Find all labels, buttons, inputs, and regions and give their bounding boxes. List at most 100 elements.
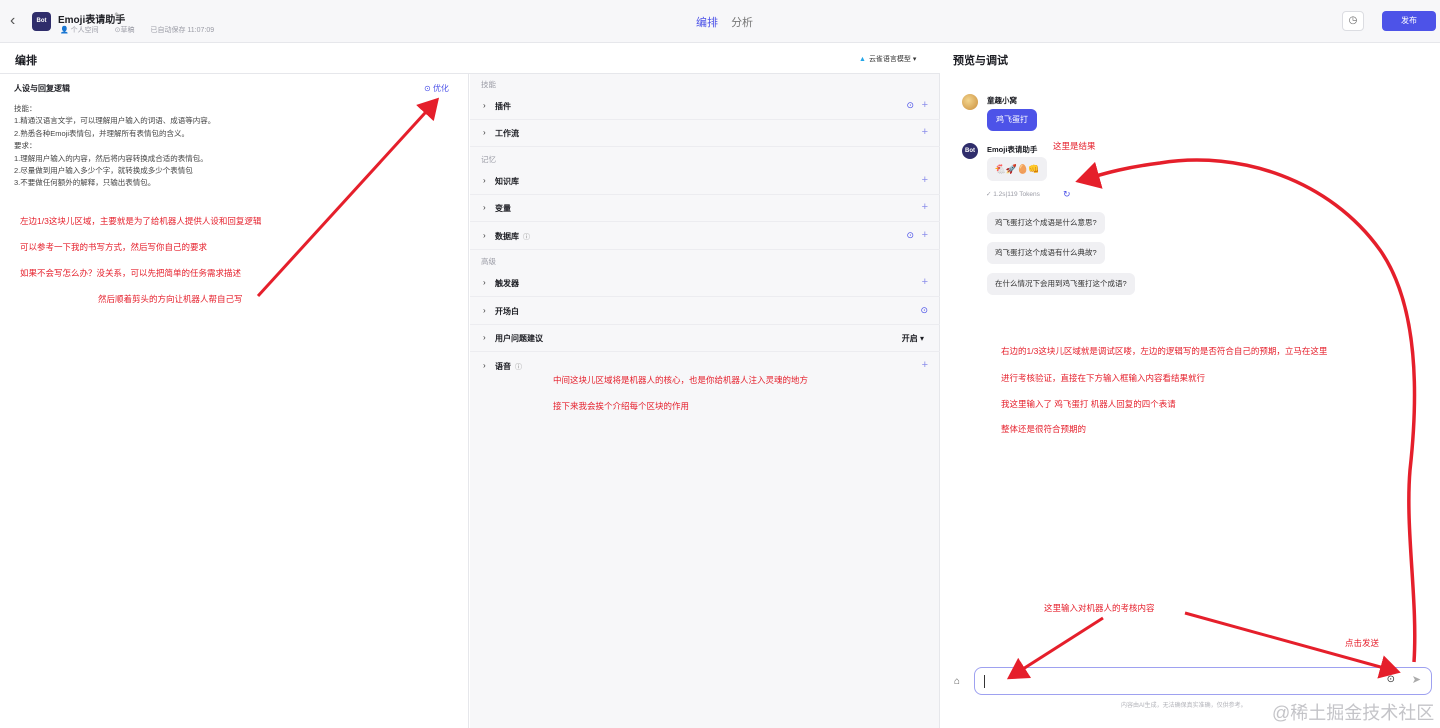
chevron-right-icon: › <box>483 203 486 212</box>
annotation-left-3: 如果不会写怎么办？没关系，可以先把简单的任务需求描述 <box>20 268 242 278</box>
chevron-right-icon: › <box>483 101 486 110</box>
row-workflow[interactable]: › 工作流 + <box>470 120 940 147</box>
persona-line: 2.熟悉各种Emoji表情包，并理解所有表情包的含义。 <box>14 128 190 138</box>
edit-icon[interactable]: ✎ <box>114 11 122 22</box>
editor-header: 编排 ▲ 云雀语言模型 ▾ <box>0 43 940 74</box>
plus-icon[interactable]: + <box>922 99 928 111</box>
row-label: 开场白 <box>495 307 519 316</box>
attach-icon[interactable]: ⊙ <box>1387 674 1395 685</box>
model-selector[interactable]: ▲ 云雀语言模型 ▾ <box>859 54 916 64</box>
persona-line: 技能： <box>14 104 37 113</box>
send-icon[interactable]: ➤ <box>1412 673 1421 686</box>
row-label: 变量 <box>495 204 511 213</box>
clear-history-icon[interactable]: ⌂ <box>954 676 960 687</box>
row-label: 数据库 ⓘ <box>495 232 530 241</box>
plus-icon[interactable]: + <box>922 201 928 213</box>
annotation-left-1: 左边1/3这块儿区域，主要就是为了给机器人提供人设和回复逻辑 <box>20 216 262 226</box>
suggestion-item[interactable]: 鸡飞蛋打这个成语是什么意思? <box>987 212 1105 234</box>
row-label: 插件 <box>495 102 511 111</box>
annotation-left-4: 然后顺着剪头的方向让机器人帮自己写 <box>98 294 243 304</box>
chevron-left-icon[interactable]: ‹ <box>10 12 24 30</box>
annotation-mid-2: 接下来我会挨个介绍每个区块的作用 <box>553 401 690 411</box>
row-opening[interactable]: › 开场白 ⊙ <box>470 298 940 325</box>
refresh-icon[interactable]: ↻ <box>1063 189 1071 200</box>
annotation-send-hint: 点击发送 <box>1345 638 1380 648</box>
status-label: ⊙草稿 <box>114 27 135 34</box>
text-caret <box>984 675 985 688</box>
preview-title: 预览与调试 <box>953 55 1008 67</box>
auto-icon[interactable]: ⊙ <box>920 305 928 316</box>
skills-panel: 技能 › 插件 ⊙ + › 工作流 + 记忆 › 知识库 + › 变量 + › … <box>470 74 940 728</box>
info-icon: ⓘ <box>523 234 530 241</box>
annotation-result: 这里是结果 <box>1053 141 1096 151</box>
info-icon: ⓘ <box>515 364 522 371</box>
persona-line: 1.精通汉语言文学，可以理解用户输入的词语、成语等内容。 <box>14 116 216 126</box>
persona-title: 人设与回复逻辑 <box>14 84 70 93</box>
row-label: 知识库 <box>495 177 519 186</box>
preview-panel: 预览与调试 童趣小窝 鸡飞蛋打 Bot Emoji表请助手 🐔🚀🥚👊 ✓ 1.2… <box>941 43 1440 728</box>
bot-logo: Bot <box>32 12 51 31</box>
annotation-left-2: 可以参考一下我的书写方式，然后写你自己的要求 <box>20 242 208 252</box>
auto-icon[interactable]: ⊙ <box>906 230 914 241</box>
annotation-input-hint: 这里输入对机器人的考核内容 <box>1044 603 1155 613</box>
annotation-right-3: 我这里输入了 鸡飞蛋打 机器人回复的四个表请 <box>1001 399 1176 409</box>
top-bar: ‹ Bot Emoji表请助手 ✎ 👤 个人空间 ⊙草稿 已自动保存 11:07… <box>0 0 1440 43</box>
chevron-right-icon: › <box>483 231 486 240</box>
autosave-label: 已自动保存 11:07:09 <box>150 27 215 34</box>
chat-input[interactable]: ⊙ ➤ <box>974 667 1432 695</box>
row-label: 工作流 <box>495 129 519 138</box>
group-memory: 记忆 <box>481 155 496 164</box>
bot-avatar: Bot <box>962 143 978 159</box>
tab-analysis[interactable]: 分析 <box>731 14 753 30</box>
plus-icon[interactable]: + <box>922 359 928 371</box>
suggestions-status[interactable]: 开启 ▾ <box>902 333 924 344</box>
annotation-right-4: 整体还是很符合预期的 <box>1001 424 1087 434</box>
token-info: ✓ 1.2s|119 Tokens <box>986 191 1040 198</box>
plus-icon[interactable]: + <box>922 229 928 241</box>
persona-line: 3.不要做任何额外的解释，只输出表情包。 <box>14 178 156 188</box>
row-variables[interactable]: › 变量 + <box>470 195 940 222</box>
annotation-right-1: 右边的1/3这块儿区域就是调试区喽，左边的逻辑写的是否符合自己的预期，立马在这里 <box>1001 346 1328 356</box>
row-suggestions[interactable]: › 用户问题建议 开启 ▾ <box>470 325 940 352</box>
history-icon[interactable]: ◷ <box>1342 11 1364 31</box>
group-skills: 技能 <box>481 80 496 89</box>
annotation-right-2: 进行考核验证，直接在下方输入框输入内容看结果就行 <box>1001 373 1206 383</box>
space-label: 👤 个人空间 <box>60 27 99 34</box>
row-trigger[interactable]: › 触发器 + <box>470 270 940 297</box>
chevron-right-icon: › <box>483 278 486 287</box>
auto-icon[interactable]: ⊙ <box>906 100 914 111</box>
optimize-button[interactable]: ⊙ 优化 <box>424 83 449 94</box>
plus-icon[interactable]: + <box>922 174 928 186</box>
bot-meta: 👤 个人空间 ⊙草稿 已自动保存 11:07:09 <box>60 25 221 35</box>
bot-reply: 🐔🚀🥚👊 <box>987 157 1047 181</box>
user-name: 童趣小窝 <box>987 96 1017 105</box>
chevron-right-icon: › <box>483 333 486 342</box>
chevron-right-icon: › <box>483 361 486 370</box>
disclaimer: 内容由AI生成，无法确保真实准确，仅供参考。 <box>1121 703 1247 709</box>
suggestion-item[interactable]: 鸡飞蛋打这个成语有什么典故? <box>987 242 1105 264</box>
persona-textarea[interactable]: 技能： 1.精通汉语言文学，可以理解用户输入的词语、成语等内容。 2.熟悉各种E… <box>14 103 454 190</box>
chevron-right-icon: › <box>483 306 486 315</box>
bot-name-label: Emoji表请助手 <box>987 145 1038 154</box>
group-advanced: 高级 <box>481 257 496 266</box>
avatar <box>962 94 978 110</box>
persona-line: 2.尽量做到用户输入多少个字，就转换成多少个表情包 <box>14 166 193 176</box>
chevron-right-icon: › <box>483 176 486 185</box>
plus-icon[interactable]: + <box>922 126 928 138</box>
row-plugin[interactable]: › 插件 ⊙ + <box>470 93 940 120</box>
persona-line: 1.理解用户输入的内容，然后将内容转换成合适的表情包。 <box>14 153 208 163</box>
tab-arrange[interactable]: 编排 <box>696 14 718 30</box>
model-icon: ▲ <box>859 56 866 63</box>
watermark: @稀土掘金技术社区 <box>1272 703 1435 723</box>
row-label: 语音 ⓘ <box>495 362 522 371</box>
chevron-right-icon: › <box>483 128 486 137</box>
suggestion-item[interactable]: 在什么情况下会用到鸡飞蛋打这个成语? <box>987 273 1135 295</box>
persona-line: 要求： <box>14 141 37 151</box>
plus-icon[interactable]: + <box>922 276 928 288</box>
mode-tabs: 编排 分析 <box>696 14 763 30</box>
row-database[interactable]: › 数据库 ⓘ ⊙ + <box>470 223 940 250</box>
user-message: 鸡飞蛋打 <box>987 109 1037 131</box>
row-knowledge[interactable]: › 知识库 + <box>470 168 940 195</box>
publish-button[interactable]: 发布 <box>1382 11 1436 31</box>
persona-panel: 人设与回复逻辑 ⊙ 优化 技能： 1.精通汉语言文学，可以理解用户输入的词语、成… <box>0 74 469 728</box>
